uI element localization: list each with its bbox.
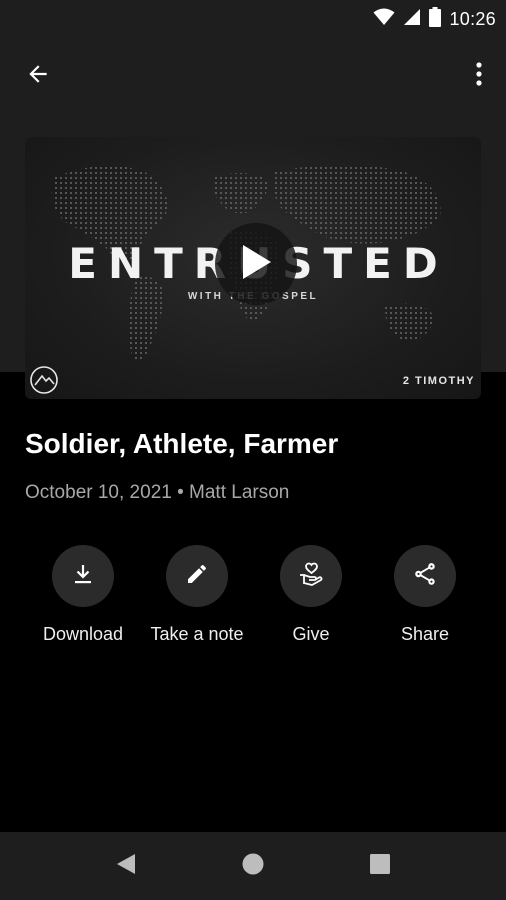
give-label: Give (292, 624, 330, 644)
share-button[interactable]: Share (365, 545, 485, 645)
arrow-back-icon (25, 61, 51, 92)
system-nav-bar (0, 832, 506, 900)
share-label: Share (400, 624, 450, 644)
sermon-title: Soldier, Athlete, Farmer (25, 428, 339, 459)
action-row: Download Take a note Give Share (0, 545, 506, 655)
download-icon (71, 562, 95, 591)
give-button[interactable]: Give (251, 545, 371, 645)
share-circle (394, 545, 456, 607)
give-hand-heart-icon (297, 560, 325, 593)
more-options-button[interactable] (464, 56, 494, 96)
status-icons: 10:26 (373, 6, 496, 32)
status-time: 10:26 (449, 8, 496, 29)
play-button[interactable] (215, 223, 297, 305)
battery-icon (429, 6, 442, 32)
artwork-series-label: 2 TIMOTHY (402, 375, 475, 387)
signal-icon (403, 8, 421, 31)
pencil-icon (185, 562, 209, 591)
download-button[interactable]: Download (23, 545, 143, 645)
home-circle-icon (241, 852, 265, 881)
back-button[interactable] (18, 56, 58, 96)
recents-square-icon (369, 853, 391, 880)
nav-recents-button[interactable] (360, 846, 400, 886)
back-triangle-icon (115, 852, 137, 881)
download-label: Download (42, 624, 124, 644)
sermon-meta: October 10, 2021 • Matt Larson (25, 482, 290, 503)
take-note-label: Take a note (150, 624, 244, 644)
give-circle (280, 545, 342, 607)
nav-back-button[interactable] (106, 846, 146, 886)
share-icon (412, 561, 438, 592)
play-icon (239, 243, 273, 286)
wifi-icon (373, 8, 395, 31)
mountain-logo-icon (29, 365, 59, 395)
more-vert-icon (475, 61, 483, 92)
status-bar: 10:26 (0, 0, 506, 38)
app-bar (0, 38, 506, 110)
nav-home-button[interactable] (233, 846, 273, 886)
download-circle (52, 545, 114, 607)
sermon-artwork: ENTRUSTED WITH THE GOSPEL 2 TIMOTHY (25, 137, 481, 399)
take-note-button[interactable]: Take a note (137, 545, 257, 645)
take-note-circle (166, 545, 228, 607)
